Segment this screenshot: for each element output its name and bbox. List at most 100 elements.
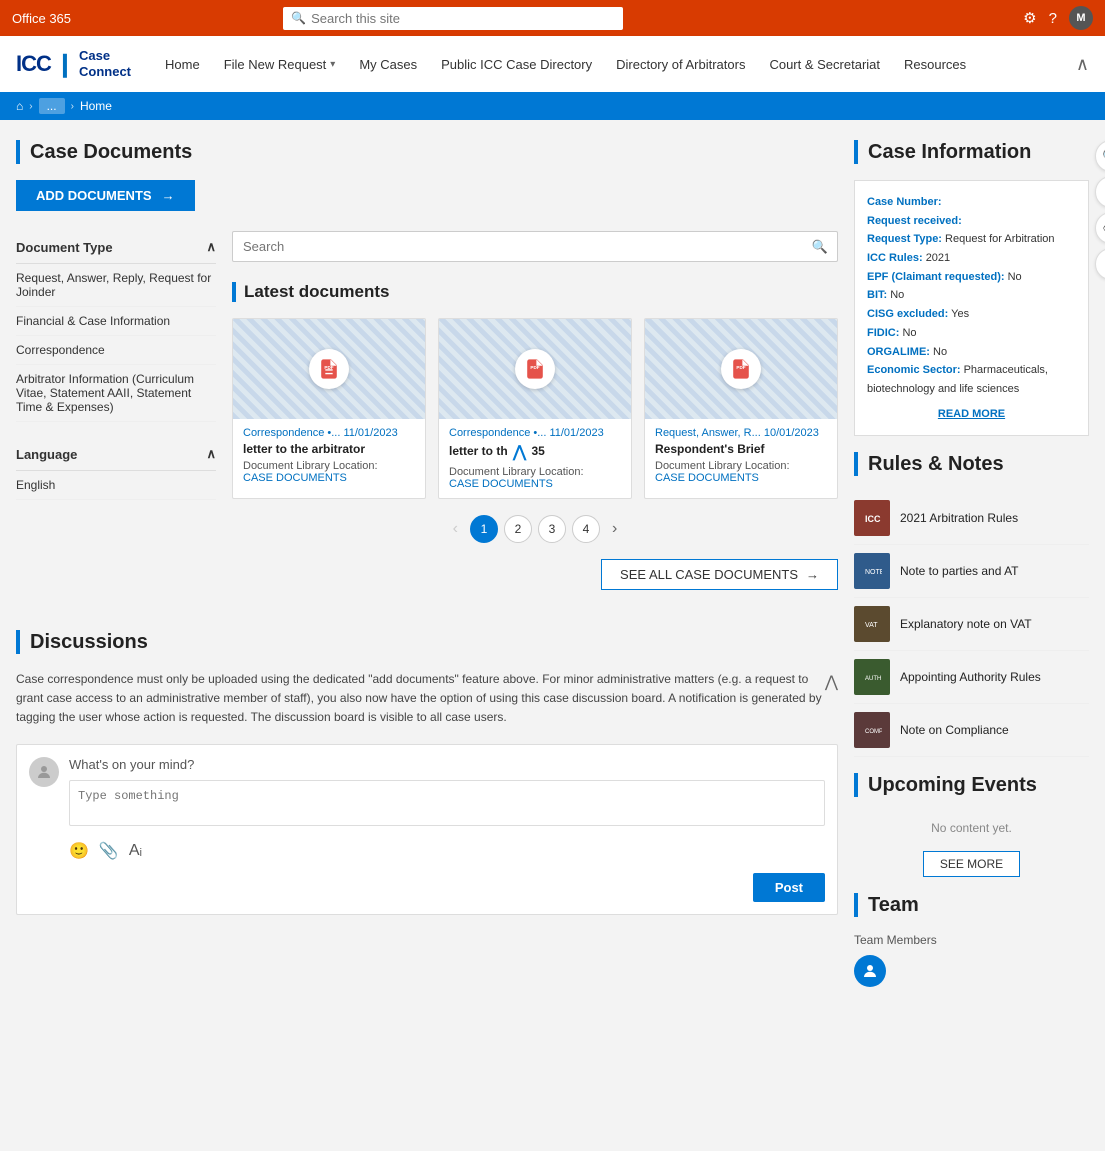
svg-text:NOTE: NOTE	[865, 569, 882, 576]
rules-item-explanatory-vat-label: Explanatory note on VAT	[900, 617, 1032, 631]
doc-card-2-title: letter to th ⋀ 35	[449, 442, 621, 462]
collapse-icon[interactable]: ⋀	[825, 670, 838, 696]
breadcrumb-middle[interactable]: ...	[39, 98, 65, 114]
pdf-icon-2: PDF	[515, 349, 555, 389]
doc-card-1-thumb: PDF	[233, 319, 425, 419]
doc-card-1-location-link[interactable]: CASE DOCUMENTS	[243, 472, 347, 484]
rules-item-compliance-label: Note on Compliance	[900, 723, 1009, 737]
format-icon[interactable]: Aᵢ	[129, 842, 142, 860]
rules-item-note-parties[interactable]: NOTE Note to parties and AT	[854, 545, 1089, 598]
home-breadcrumb-icon[interactable]: ⌂	[16, 99, 23, 113]
filter-item-arbitrator[interactable]: Arbitrator Information (Curriculum Vitae…	[16, 365, 216, 422]
nav-directory-arbitrators[interactable]: Directory of Arbitrators	[606, 51, 755, 78]
filter-item-correspondence[interactable]: Correspondence	[16, 336, 216, 365]
nav-court-secretariat[interactable]: Court & Secretariat	[759, 51, 890, 78]
nav-my-cases[interactable]: My Cases	[349, 51, 427, 78]
attachment-icon[interactable]: 📎	[99, 841, 119, 861]
filter-item-financial[interactable]: Financial & Case Information	[16, 307, 216, 336]
doc-card-2-location-link[interactable]: CASE DOCUMENTS	[449, 478, 553, 490]
nav-public-case-directory[interactable]: Public ICC Case Directory	[431, 51, 602, 78]
filter-item-request[interactable]: Request, Answer, Reply, Request for Join…	[16, 264, 216, 307]
rules-item-2021[interactable]: ICC 2021 Arbitration Rules	[854, 492, 1089, 545]
breadcrumb: ⌂ › ... › Home	[0, 92, 1105, 120]
economic-label: Economic Sector:	[867, 364, 961, 376]
discussions-title: Discussions	[30, 631, 148, 654]
rules-item-compliance[interactable]: COMP Note on Compliance	[854, 704, 1089, 757]
see-more-button[interactable]: SEE MORE	[923, 851, 1020, 877]
sidebar-eye-btn[interactable]: 👁	[1095, 212, 1105, 244]
upcoming-events-line	[854, 773, 858, 797]
fidic-label: FIDIC:	[867, 327, 899, 339]
svg-text:PDF: PDF	[324, 365, 333, 370]
page-2-btn[interactable]: 2	[504, 515, 532, 543]
team-section: Team Team Members	[854, 893, 1089, 987]
doc-cards: PDF Correspondence •... 11/01/2023 lette…	[232, 318, 838, 499]
post-button[interactable]: Post	[753, 873, 825, 902]
user-avatar[interactable]: M	[1069, 6, 1093, 30]
doc-card-1-body: Correspondence •... 11/01/2023 letter to…	[233, 419, 425, 492]
doc-card-2-body: Correspondence •... 11/01/2023 letter to…	[439, 419, 631, 498]
next-page-btn[interactable]: ›	[606, 516, 623, 542]
see-all-arrow-icon: →	[806, 567, 819, 582]
team-member-avatar[interactable]	[854, 955, 886, 987]
discussions-body-text: Case correspondence must only be uploade…	[16, 670, 838, 728]
rules-item-appointing-label: Appointing Authority Rules	[900, 670, 1041, 684]
nav-right: ∧	[1076, 54, 1089, 75]
top-bar: Office 365 🔍 ⚙ ? M	[0, 0, 1105, 36]
prev-page-btn[interactable]: ‹	[447, 516, 464, 542]
doc-card-2[interactable]: PDF Correspondence •... 11/01/2023 lette…	[438, 318, 632, 499]
case-docs-section-header: Case Documents	[16, 140, 838, 164]
epf-row: EPF (Claimant requested): No	[867, 268, 1076, 287]
rules-item-explanatory-vat[interactable]: VAT Explanatory note on VAT	[854, 598, 1089, 651]
nav-home[interactable]: Home	[155, 51, 210, 78]
add-docs-label: ADD DOCUMENTS	[36, 188, 152, 203]
case-info-line	[854, 140, 858, 164]
doc-card-3-location-link[interactable]: CASE DOCUMENTS	[655, 472, 759, 484]
rules-item-2021-label: 2021 Arbitration Rules	[900, 511, 1018, 525]
doc-search-input[interactable]	[232, 231, 838, 262]
sidebar-gear-btn[interactable]: ⚙	[1095, 248, 1105, 280]
icc-rules-row: ICC Rules: 2021	[867, 249, 1076, 268]
page-4-btn[interactable]: 4	[572, 515, 600, 543]
nav-resources[interactable]: Resources	[894, 51, 976, 78]
emoji-icon[interactable]: 🙂	[69, 841, 89, 861]
add-documents-button[interactable]: ADD DOCUMENTS →	[16, 180, 195, 211]
nav-file-new-request[interactable]: File New Request ▾	[214, 51, 346, 78]
page-1-btn[interactable]: 1	[470, 515, 498, 543]
expand-icon[interactable]: ⋀	[513, 442, 526, 462]
arrow-right-icon: →	[162, 188, 175, 203]
discussion-toolbar: 🙂 📎 Aᵢ	[69, 837, 825, 865]
filter-language-label: Language	[16, 447, 77, 462]
see-all-row: SEE ALL CASE DOCUMENTS →	[232, 559, 838, 590]
read-more-link[interactable]: READ MORE	[867, 405, 1076, 424]
rules-notes-section: Rules & Notes ICC 2021 Arbitration Rules…	[854, 452, 1089, 757]
cisg-label: CISG excluded:	[867, 308, 948, 320]
settings-icon[interactable]: ⚙	[1023, 9, 1036, 27]
rules-item-appointing[interactable]: AUTH Appointing Authority Rules	[854, 651, 1089, 704]
svg-text:ICC: ICC	[865, 514, 881, 524]
discussion-textarea[interactable]	[69, 780, 825, 826]
case-info-section-header: Case Information	[854, 140, 1089, 164]
upcoming-events-title: Upcoming Events	[868, 774, 1037, 797]
top-bar-right: ⚙ ? M	[1023, 6, 1093, 30]
pdf-icon-3: PDF	[721, 349, 761, 389]
doc-card-3[interactable]: PDF Request, Answer, R... 10/01/2023 Res…	[644, 318, 838, 499]
logo-case-connect: CaseConnect	[79, 48, 131, 79]
page-3-btn[interactable]: 3	[538, 515, 566, 543]
team-section-header: Team	[854, 893, 1089, 917]
no-content-label: No content yet.	[854, 813, 1089, 843]
filter-doctype-header[interactable]: Document Type ∧	[16, 231, 216, 264]
sidebar-star-btn[interactable]: ☆	[1095, 176, 1105, 208]
top-search-input[interactable]	[283, 7, 623, 30]
filter-language-header[interactable]: Language ∧	[16, 438, 216, 471]
help-icon[interactable]: ?	[1049, 10, 1057, 27]
rules-notes-header: Rules & Notes	[854, 452, 1089, 476]
doc-card-1[interactable]: PDF Correspondence •... 11/01/2023 lette…	[232, 318, 426, 499]
filter-item-english[interactable]: English	[16, 471, 216, 500]
svg-text:COMP: COMP	[865, 729, 882, 735]
see-all-case-docs-button[interactable]: SEE ALL CASE DOCUMENTS →	[601, 559, 838, 590]
doc-card-3-thumb: PDF	[645, 319, 837, 419]
doc-card-1-title: letter to the arbitrator	[243, 442, 415, 456]
nav-expand-icon[interactable]: ∧	[1076, 54, 1089, 75]
sidebar-search-btn[interactable]: 🔍	[1095, 140, 1105, 172]
